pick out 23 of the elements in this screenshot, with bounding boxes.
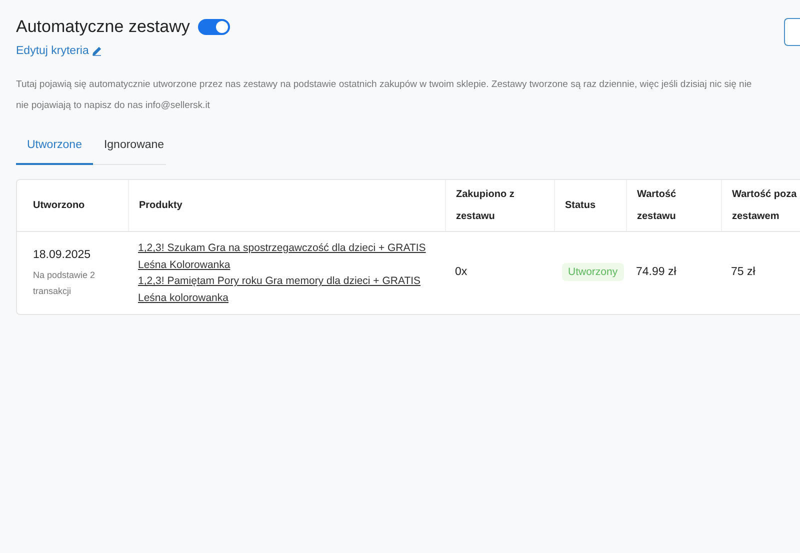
tab[interactable]: Utworzone (16, 128, 93, 165)
tab[interactable]: Ignorowane (92, 128, 176, 164)
column-header: Produkty (139, 198, 182, 212)
column-header: Wartość zestawu (637, 188, 678, 224)
pencil-icon (92, 46, 102, 56)
product-link[interactable]: 1,2,3! Pamiętam Pory roku Gra memory dla dzieci + GRATIS Leśna kolorowanka (138, 273, 435, 306)
edit-criteria-link[interactable]: Edytuj kryteria (16, 42, 89, 60)
column-header: Status (565, 198, 596, 212)
column-header: Zakupiono z zestawu (456, 188, 516, 224)
column-header: Wartość poza zestawem (732, 188, 798, 224)
page-title: Automatyczne zestawy (16, 16, 190, 38)
description-text: nie pojawiają to napisz do nas info@sellersk.it (16, 98, 211, 113)
toggle-switch[interactable] (198, 18, 230, 35)
status-badge: Utworzony (562, 263, 624, 282)
product-link[interactable]: 1,2,3! Szukam Gra na spostrzegawczość dla dzieci + GRATIS Leśna Kolorowanka (138, 240, 435, 273)
date-text: 18.09.2025 (33, 248, 92, 264)
description-text: Tutaj pojawią się automatycznie utworzone przez nas zestawy na podstawie ostatnich zakupów w twoim sklepie. Zestawy tworzone są raz dziennie, więc jeśli dzisiaj nic się nie (16, 78, 753, 92)
set-value: 74.99 zł (636, 266, 676, 278)
transactions-note: Na podstawie 2 transakcji (33, 268, 96, 298)
column-header: Utworzono (33, 198, 85, 212)
button-edge[interactable] (784, 18, 800, 46)
purchased-count: 0x (455, 266, 468, 278)
outside-value: 75 zł (731, 266, 756, 278)
